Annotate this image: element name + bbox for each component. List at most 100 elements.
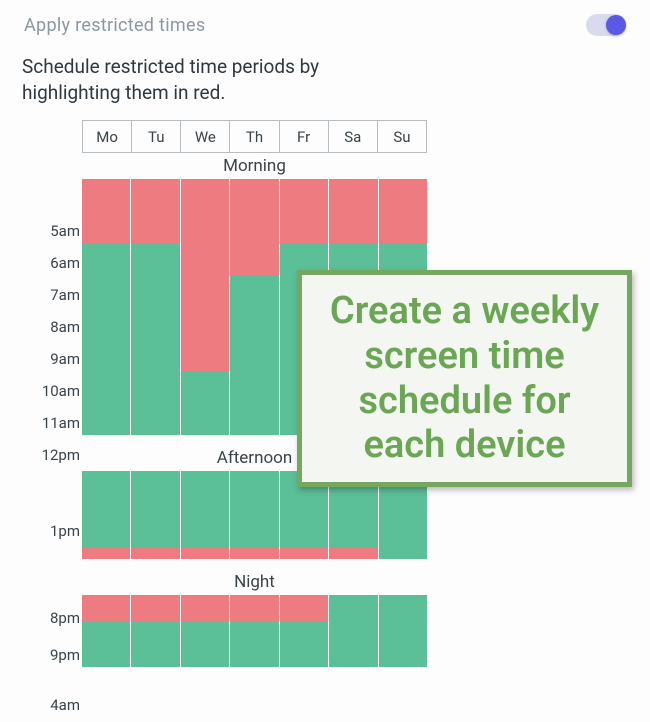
schedule-cell[interactable] <box>280 211 328 243</box>
schedule-cell[interactable] <box>230 526 278 537</box>
schedule-cell[interactable] <box>181 515 229 526</box>
schedule-cell[interactable] <box>329 595 377 621</box>
day-header[interactable]: Mo <box>82 120 132 153</box>
schedule-cell[interactable] <box>181 179 229 211</box>
schedule-cell[interactable] <box>379 179 427 211</box>
day-header[interactable]: Su <box>378 120 427 153</box>
schedule-cell[interactable] <box>131 179 179 211</box>
schedule-cell[interactable] <box>82 307 130 339</box>
schedule-cell[interactable] <box>379 515 427 526</box>
schedule-cell[interactable] <box>82 595 130 621</box>
schedule-cell[interactable] <box>131 482 179 493</box>
schedule-cell[interactable] <box>329 211 377 243</box>
schedule-cell[interactable] <box>131 537 179 548</box>
night-grid[interactable] <box>82 595 427 667</box>
schedule-cell[interactable] <box>82 526 130 537</box>
schedule-cell[interactable] <box>181 493 229 504</box>
schedule-cell[interactable] <box>82 548 130 559</box>
schedule-cell[interactable] <box>181 537 229 548</box>
schedule-cell[interactable] <box>131 548 179 559</box>
schedule-cell[interactable] <box>181 595 229 621</box>
schedule-cell[interactable] <box>379 526 427 537</box>
schedule-cell[interactable] <box>82 403 130 435</box>
schedule-cell[interactable] <box>280 179 328 211</box>
schedule-cell[interactable] <box>181 403 229 435</box>
schedule-cell[interactable] <box>329 504 377 515</box>
schedule-cell[interactable] <box>230 482 278 493</box>
schedule-cell[interactable] <box>329 621 377 667</box>
schedule-cell[interactable] <box>82 179 130 211</box>
schedule-cell[interactable] <box>329 526 377 537</box>
schedule-cell[interactable] <box>82 471 130 482</box>
schedule-cell[interactable] <box>131 211 179 243</box>
schedule-cell[interactable] <box>82 211 130 243</box>
schedule-cell[interactable] <box>181 548 229 559</box>
schedule-cell[interactable] <box>329 515 377 526</box>
schedule-cell[interactable] <box>82 493 130 504</box>
schedule-cell[interactable] <box>280 504 328 515</box>
afternoon-bottom-row[interactable] <box>82 548 427 559</box>
schedule-cell[interactable] <box>131 526 179 537</box>
schedule-cell[interactable] <box>131 621 179 667</box>
schedule-cell[interactable] <box>82 275 130 307</box>
schedule-cell[interactable] <box>82 371 130 403</box>
schedule-cell[interactable] <box>82 621 130 667</box>
schedule-cell[interactable] <box>230 471 278 482</box>
schedule-cell[interactable] <box>82 537 130 548</box>
schedule-cell[interactable] <box>280 548 328 559</box>
schedule-cell[interactable] <box>131 275 179 307</box>
schedule-cell[interactable] <box>230 403 278 435</box>
schedule-cell[interactable] <box>280 526 328 537</box>
schedule-cell[interactable] <box>230 371 278 403</box>
schedule-cell[interactable] <box>230 307 278 339</box>
schedule-cell[interactable] <box>280 621 328 667</box>
schedule-cell[interactable] <box>181 211 229 243</box>
schedule-cell[interactable] <box>329 179 377 211</box>
schedule-cell[interactable] <box>230 339 278 371</box>
schedule-cell[interactable] <box>379 548 427 559</box>
schedule-cell[interactable] <box>230 537 278 548</box>
schedule-cell[interactable] <box>379 211 427 243</box>
schedule-cell[interactable] <box>230 621 278 667</box>
schedule-cell[interactable] <box>230 493 278 504</box>
schedule-cell[interactable] <box>82 339 130 371</box>
schedule-cell[interactable] <box>131 595 179 621</box>
schedule-cell[interactable] <box>181 339 229 371</box>
schedule-cell[interactable] <box>230 211 278 243</box>
schedule-cell[interactable] <box>131 493 179 504</box>
schedule-cell[interactable] <box>230 515 278 526</box>
day-header[interactable]: Sa <box>329 120 378 153</box>
schedule-cell[interactable] <box>379 493 427 504</box>
schedule-cell[interactable] <box>280 515 328 526</box>
schedule-cell[interactable] <box>329 548 377 559</box>
schedule-cell[interactable] <box>280 537 328 548</box>
schedule-cell[interactable] <box>280 595 328 621</box>
schedule-cell[interactable] <box>181 471 229 482</box>
day-header[interactable]: We <box>181 120 230 153</box>
schedule-cell[interactable] <box>181 526 229 537</box>
schedule-cell[interactable] <box>181 275 229 307</box>
apply-restricted-toggle[interactable] <box>586 14 626 36</box>
day-header[interactable]: Th <box>230 120 279 153</box>
day-header[interactable]: Tu <box>132 120 181 153</box>
schedule-cell[interactable] <box>181 504 229 515</box>
schedule-cell[interactable] <box>181 371 229 403</box>
schedule-cell[interactable] <box>131 515 179 526</box>
schedule-cell[interactable] <box>329 493 377 504</box>
schedule-cell[interactable] <box>131 243 179 275</box>
schedule-cell[interactable] <box>82 243 130 275</box>
schedule-cell[interactable] <box>82 515 130 526</box>
schedule-cell[interactable] <box>379 504 427 515</box>
schedule-cell[interactable] <box>131 403 179 435</box>
schedule-cell[interactable] <box>131 504 179 515</box>
schedule-cell[interactable] <box>82 482 130 493</box>
schedule-cell[interactable] <box>181 307 229 339</box>
day-header[interactable]: Fr <box>280 120 329 153</box>
schedule-cell[interactable] <box>230 504 278 515</box>
schedule-cell[interactable] <box>230 548 278 559</box>
schedule-cell[interactable] <box>280 493 328 504</box>
schedule-cell[interactable] <box>379 537 427 548</box>
schedule-cell[interactable] <box>82 504 130 515</box>
schedule-cell[interactable] <box>379 595 427 621</box>
schedule-cell[interactable] <box>230 595 278 621</box>
